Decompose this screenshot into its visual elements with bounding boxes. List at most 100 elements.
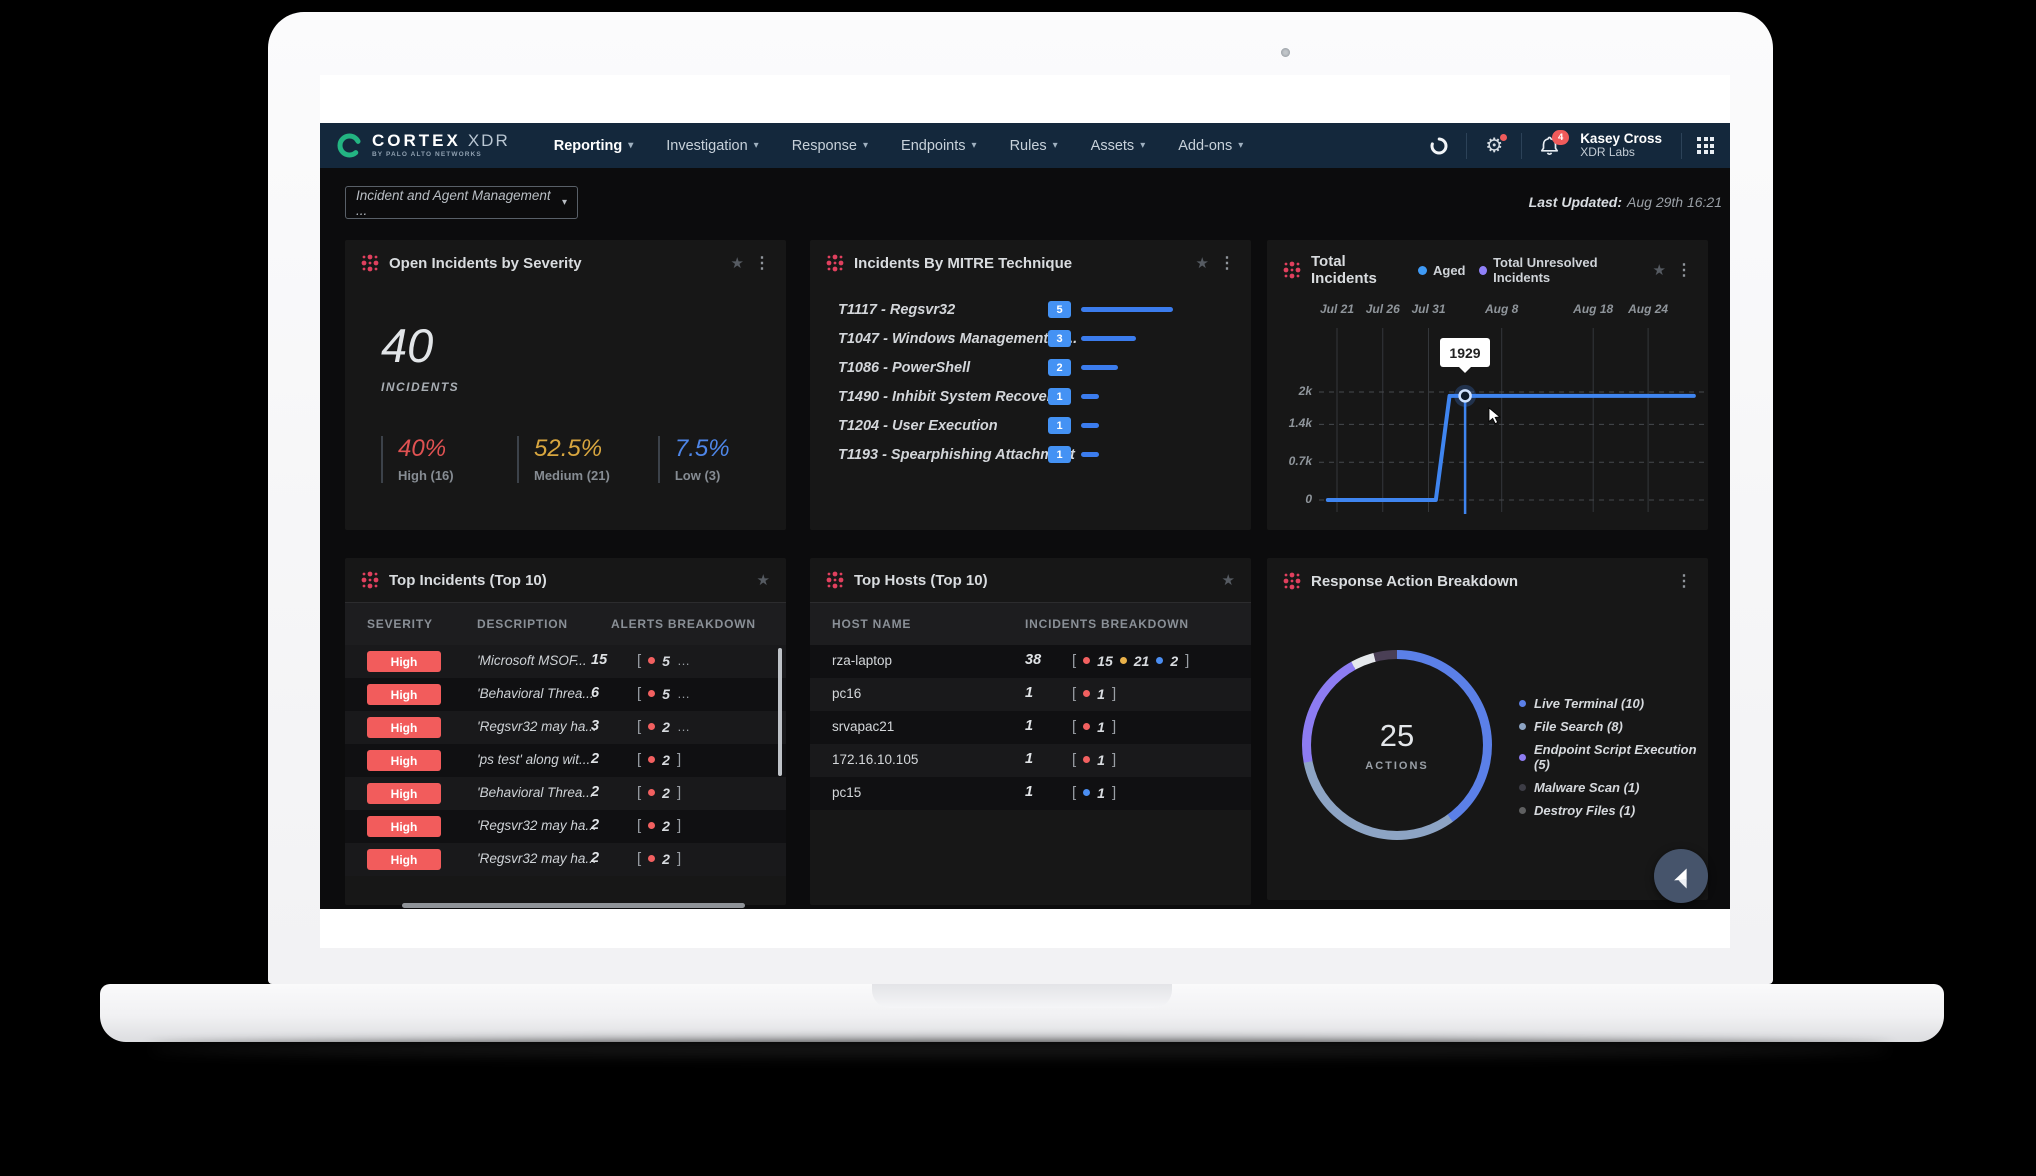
bracket-close: ]	[1112, 751, 1116, 768]
query-icon[interactable]	[1427, 134, 1451, 158]
notifications-bell-icon[interactable]: 4	[1537, 134, 1561, 158]
table-row[interactable]: High'ps test' along wit...2[2]	[345, 744, 786, 777]
mouse-cursor	[1489, 408, 1500, 424]
severity-dot	[648, 723, 655, 730]
brand-text: CORTEX XDR BY PALO ALTO NETWORKS	[372, 132, 510, 159]
table-row[interactable]: High'Regsvr32 may ha...2[2]	[345, 843, 786, 876]
incidents-breakdown: [15212]	[1072, 652, 1189, 669]
alert-value: 2	[662, 785, 670, 801]
bracket-close: ]	[677, 817, 681, 834]
kebab-menu-icon[interactable]: ⋮	[1219, 253, 1235, 273]
bracket-open: [	[1072, 718, 1076, 735]
settings-gear-icon[interactable]: ⚙	[1482, 134, 1506, 158]
send-icon	[1666, 861, 1696, 891]
bracket-close: ]	[1112, 685, 1116, 702]
kebab-menu-icon[interactable]: ⋮	[1676, 571, 1692, 591]
more-ellipsis: …	[677, 653, 691, 668]
table-row[interactable]: High'Behavioral Threa...2[2]	[345, 777, 786, 810]
favorite-star-icon[interactable]: ★	[731, 254, 744, 272]
table-row[interactable]: pc151[1]	[810, 777, 1251, 810]
column-host-name: HOST NAME	[832, 617, 911, 631]
menu-item-reporting[interactable]: Reporting▾	[554, 138, 634, 154]
app-launcher-icon[interactable]	[1697, 137, 1714, 154]
nav-divider	[1521, 133, 1522, 159]
menu-item-investigation[interactable]: Investigation▾	[666, 138, 758, 154]
table-row[interactable]: High'Regsvr32 may ha...3[2…	[345, 711, 786, 744]
alerts-breakdown: [2]	[637, 751, 681, 768]
mitre-row[interactable]: T1193 - Spearphishing Attachment1	[838, 445, 1233, 464]
column-severity: SEVERITY	[367, 617, 433, 631]
report-selector[interactable]: Incident and Agent Management ... ▾	[345, 186, 578, 219]
severity-percentage: 52.5%	[534, 436, 610, 462]
severity-label: Low (3)	[675, 468, 746, 483]
table-row[interactable]: High'Microsoft MSOF...15[5…	[345, 645, 786, 678]
nav-divider	[1681, 133, 1682, 159]
menu-item-response[interactable]: Response▾	[792, 138, 868, 154]
incident-description: 'ps test' along wit...	[477, 752, 590, 767]
menu-item-rules[interactable]: Rules▾	[1010, 138, 1058, 154]
alert-value: 2	[662, 851, 670, 867]
menu-item-label: Response	[792, 138, 857, 154]
menu-item-add-ons[interactable]: Add-ons▾	[1178, 138, 1243, 154]
vertical-scrollbar[interactable]	[778, 648, 782, 776]
more-ellipsis: …	[677, 686, 691, 701]
menu-item-label: Rules	[1010, 138, 1047, 154]
incident-value: 21	[1134, 653, 1150, 669]
severity-dot	[1083, 789, 1090, 796]
feedback-send-button[interactable]	[1654, 849, 1708, 903]
mitre-row[interactable]: T1086 - PowerShell2	[838, 358, 1233, 377]
table-row[interactable]: pc161[1]	[810, 678, 1251, 711]
favorite-star-icon[interactable]: ★	[1196, 254, 1209, 272]
menu-item-endpoints[interactable]: Endpoints▾	[901, 138, 977, 154]
table-row[interactable]: High'Behavioral Threa...6[5…	[345, 678, 786, 711]
user-org: XDR Labs	[1580, 146, 1662, 160]
legend-dot	[1519, 700, 1526, 707]
severity-stat: 52.5%Medium (21)	[517, 436, 610, 483]
mitre-row[interactable]: T1204 - User Execution1	[838, 416, 1233, 435]
bracket-open: [	[1072, 751, 1076, 768]
incident-description: 'Regsvr32 may ha...	[477, 719, 597, 734]
legend-label: Live Terminal (10)	[1534, 696, 1644, 711]
chevron-down-icon: ▾	[754, 140, 759, 151]
actions-count: 25	[1380, 718, 1414, 754]
response-actions-donut-chart[interactable]: 25 ACTIONS	[1302, 650, 1492, 840]
favorite-star-icon[interactable]: ★	[757, 571, 770, 589]
table-row[interactable]: rza-laptop38[15212]	[810, 645, 1251, 678]
legend-label: Malware Scan (1)	[1534, 780, 1640, 795]
table-row[interactable]: High'Regsvr32 may ha...2[2]	[345, 810, 786, 843]
incidents-breakdown: [1]	[1072, 718, 1116, 735]
table-row[interactable]: srvapac211[1]	[810, 711, 1251, 744]
brand-logo[interactable]: CORTEX XDR BY PALO ALTO NETWORKS	[336, 132, 510, 159]
severity-percentage: 7.5%	[675, 436, 746, 462]
incident-value: 15	[1097, 653, 1113, 669]
mitre-row[interactable]: T1490 - Inhibit System Recovery1	[838, 387, 1233, 406]
severity-badge: High	[367, 849, 441, 870]
menu-item-assets[interactable]: Assets▾	[1091, 138, 1146, 154]
legend-dot	[1519, 754, 1526, 761]
chevron-down-icon: ▾	[562, 197, 567, 208]
x-tick-label: Jul 21	[1320, 302, 1354, 316]
alert-count: 15	[591, 652, 607, 668]
panel-title: Top Incidents (Top 10)	[389, 572, 547, 589]
x-tick-label: Aug 8	[1485, 302, 1518, 316]
mitre-row[interactable]: T1047 - Windows Management In...3	[838, 329, 1233, 348]
user-menu[interactable]: Kasey Cross XDR Labs	[1580, 131, 1662, 160]
favorite-star-icon[interactable]: ★	[1222, 571, 1235, 589]
severity-stat: 40%High (16)	[381, 436, 469, 483]
alerts-breakdown: [2]	[637, 817, 681, 834]
widget-dots-icon	[361, 571, 379, 589]
severity-dot	[1156, 657, 1163, 664]
alert-count: 2	[591, 850, 599, 866]
mitre-technique-name: T1204 - User Execution	[838, 418, 1048, 434]
panel-response-actions: Response Action Breakdown ⋮ 25 ACTIONS L…	[1267, 558, 1708, 900]
favorite-star-icon[interactable]: ★	[1653, 261, 1666, 279]
laptop-base	[100, 984, 1944, 1042]
kebab-menu-icon[interactable]: ⋮	[754, 253, 770, 273]
mitre-technique-name: T1490 - Inhibit System Recovery	[838, 389, 1048, 405]
alerts-breakdown: [2…	[637, 718, 691, 735]
actions-label: ACTIONS	[1365, 760, 1429, 772]
horizontal-scrollbar[interactable]	[402, 903, 745, 908]
mitre-row[interactable]: T1117 - Regsvr325	[838, 300, 1233, 319]
table-row[interactable]: 172.16.10.1051[1]	[810, 744, 1251, 777]
kebab-menu-icon[interactable]: ⋮	[1676, 260, 1692, 280]
